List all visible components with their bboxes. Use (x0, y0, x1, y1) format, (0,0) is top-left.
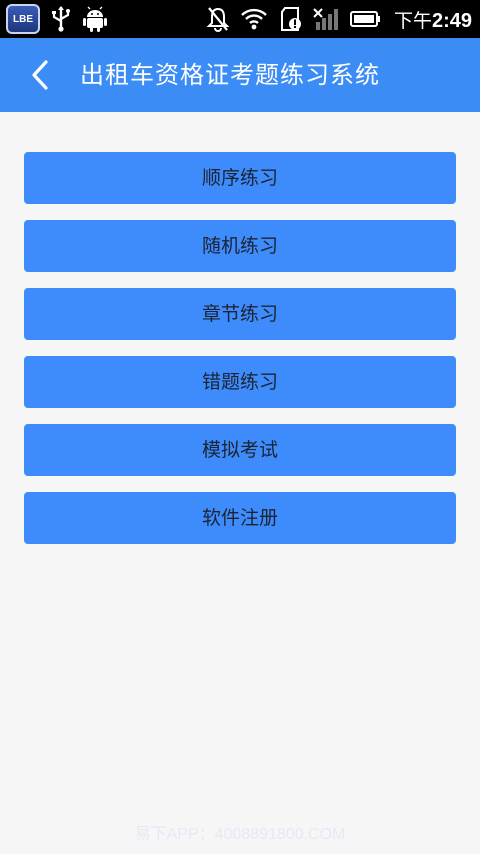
clock-time: 2:49 (431, 9, 472, 32)
app-bar: 出租车资格证考题练习系统 (0, 38, 480, 112)
no-signal-icon (312, 6, 340, 32)
mock-exam-button[interactable]: 模拟考试 (24, 424, 456, 476)
watermark: 易下APP：4008891800.COM (134, 826, 346, 843)
page-title: 出租车资格证考题练习系统 (80, 61, 380, 89)
software-registration-button[interactable]: 软件注册 (24, 492, 456, 544)
wifi-icon (240, 7, 268, 31)
status-clock: 下午2:49 (394, 6, 472, 33)
battery-icon (349, 9, 382, 29)
sd-card-alert-icon (278, 6, 302, 32)
status-bar: LBE 下午2:49 (0, 0, 480, 38)
wrong-questions-practice-button[interactable]: 错题练习 (24, 356, 456, 408)
muted-bell-icon (206, 6, 230, 32)
chevron-left-icon (32, 60, 48, 90)
status-bar-left: LBE (6, 3, 108, 35)
lbe-app-icon: LBE (6, 4, 40, 34)
back-button[interactable] (24, 58, 58, 92)
practice-menu: 顺序练习 随机练习 章节练习 错题练习 模拟考试 软件注册 (24, 152, 456, 560)
sequential-practice-button[interactable]: 顺序练习 (24, 152, 456, 204)
clock-period: 下午 (393, 10, 432, 32)
chapter-practice-button[interactable]: 章节练习 (24, 288, 456, 340)
usb-icon (50, 6, 72, 32)
random-practice-button[interactable]: 随机练习 (24, 220, 456, 272)
android-icon (82, 6, 108, 32)
status-bar-right: 下午2:49 (206, 3, 472, 35)
